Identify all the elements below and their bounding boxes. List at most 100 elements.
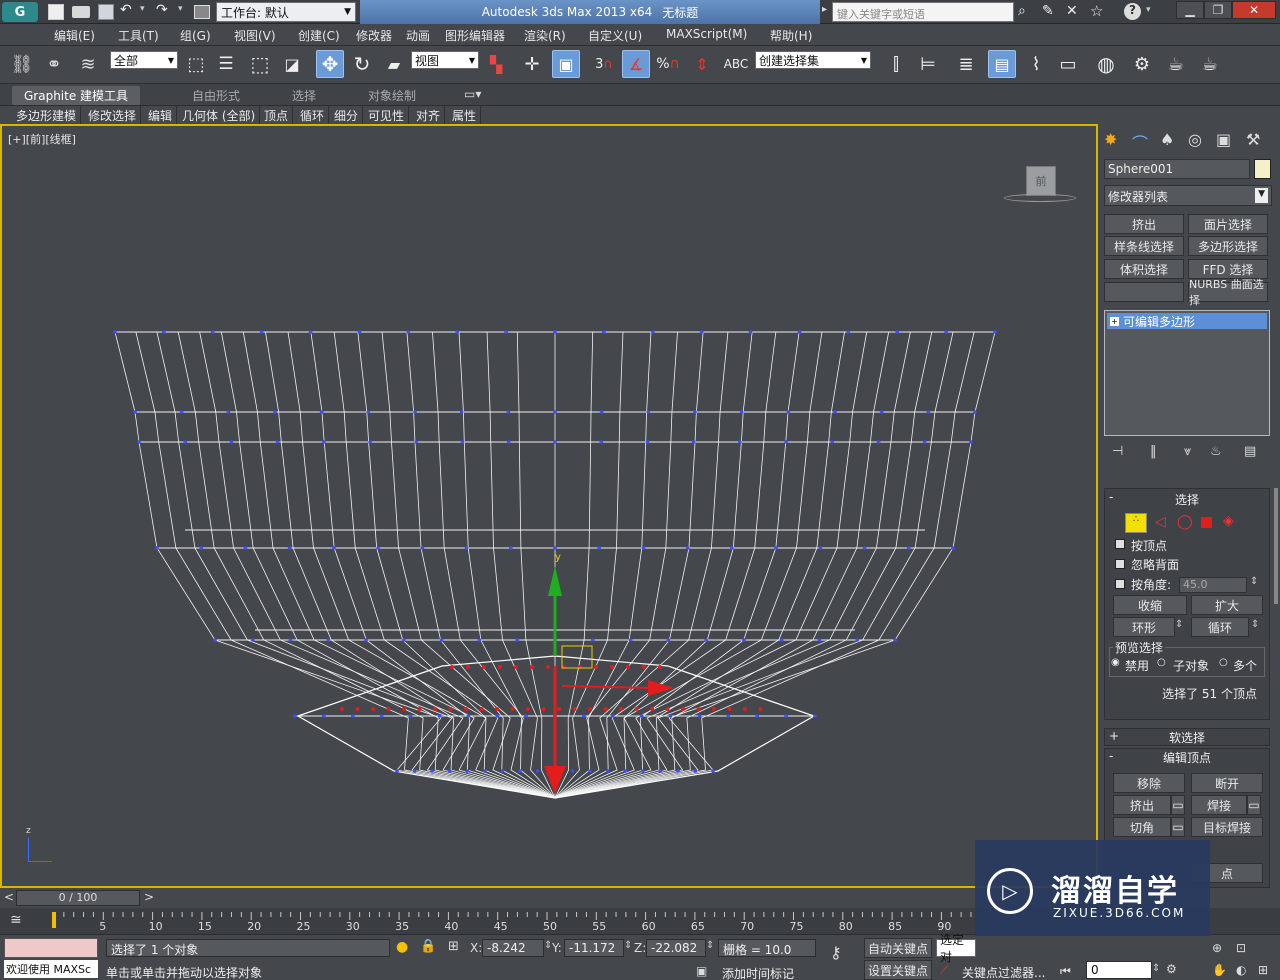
ring-spinner-icon[interactable]: ⇕ bbox=[1175, 619, 1183, 630]
ignore-backfacing-checkbox[interactable] bbox=[1115, 559, 1125, 569]
add-time-tag-label[interactable]: 添加时间标记 bbox=[722, 965, 794, 980]
patch-select-button[interactable]: 面片选择 bbox=[1188, 214, 1268, 234]
undo-icon[interactable]: ↶ bbox=[120, 2, 132, 18]
selected-set-dropdown[interactable]: 选定对 bbox=[936, 933, 976, 964]
set-key-button[interactable]: 设置关键点 bbox=[864, 960, 932, 980]
ribbon-options-icon[interactable]: ▭▾ bbox=[464, 87, 481, 101]
open-file-icon[interactable] bbox=[72, 6, 90, 18]
remove-button[interactable]: 移除 bbox=[1113, 773, 1185, 793]
selection-filter-dropdown[interactable]: 全部 ▼ bbox=[110, 51, 178, 69]
time-slider[interactable]: 0 / 100 bbox=[16, 890, 140, 906]
redo-dropdown-icon[interactable]: ▾ bbox=[178, 4, 183, 14]
edge-mode-icon[interactable]: ◁ bbox=[1155, 514, 1166, 530]
border-mode-icon[interactable]: ◯ bbox=[1177, 514, 1193, 530]
menu-create[interactable]: 创建(C) bbox=[298, 27, 340, 44]
select-manipulate-icon[interactable]: ✛ bbox=[518, 50, 546, 78]
save-icon[interactable] bbox=[98, 4, 114, 20]
panel-modify-selection[interactable]: 修改选择 bbox=[84, 106, 142, 124]
panel-visibility[interactable]: 可见性 bbox=[364, 106, 410, 124]
extrude-button[interactable]: 挤出 bbox=[1113, 795, 1171, 815]
spinner-snap-icon[interactable]: ⇕ bbox=[688, 50, 716, 78]
weld-button[interactable]: 焊接 bbox=[1191, 795, 1247, 815]
ring-button[interactable]: 环形 bbox=[1113, 617, 1175, 637]
current-frame-field[interactable]: 0 bbox=[1086, 961, 1152, 979]
restore-button[interactable]: ❐ bbox=[1204, 1, 1232, 19]
by-angle-checkbox[interactable] bbox=[1115, 579, 1125, 589]
bind-spacewarp-icon[interactable]: ≋ bbox=[74, 50, 102, 78]
layer-manager-icon[interactable]: ≣ bbox=[952, 50, 980, 78]
tab-graphite[interactable]: Graphite 建模工具 bbox=[12, 86, 141, 105]
modifier-stack[interactable]: + 可编辑多边形 bbox=[1104, 310, 1270, 436]
unlink-icon[interactable]: ⚭ bbox=[40, 50, 68, 78]
object-name-field[interactable]: Sphere001 bbox=[1104, 159, 1250, 179]
preview-subobject-radio[interactable]: ○ bbox=[1157, 657, 1166, 668]
front-viewport[interactable]: [+][前][线框] 前 z y bbox=[0, 124, 1098, 888]
pan-icon[interactable]: ✋ bbox=[1212, 963, 1227, 977]
utilities-tab-icon[interactable]: ⚒ bbox=[1246, 130, 1260, 149]
soft-selection-rollout[interactable]: + 软选择 bbox=[1104, 728, 1270, 746]
favorites-star-icon[interactable]: ☆ bbox=[1090, 2, 1103, 20]
select-by-name-icon[interactable]: ☰ bbox=[212, 50, 240, 78]
x-coordinate-field[interactable]: -8.242 bbox=[482, 939, 544, 957]
z-spinner-icon[interactable]: ⇕ bbox=[706, 940, 714, 951]
subscription-icon[interactable]: ✎ bbox=[1042, 3, 1054, 19]
pin-stack-icon[interactable]: ⊣ bbox=[1112, 444, 1123, 459]
tab-freeform[interactable]: 自由形式 bbox=[192, 87, 240, 104]
align-icon[interactable]: ⊨ bbox=[914, 50, 942, 78]
project-folder-icon[interactable] bbox=[194, 5, 210, 19]
angle-spinner[interactable]: 45.0 bbox=[1179, 577, 1247, 593]
panel-edit[interactable]: 编辑 bbox=[144, 106, 178, 124]
break-button[interactable]: 断开 bbox=[1191, 773, 1263, 793]
key-icon[interactable]: ⚷ bbox=[830, 943, 842, 962]
redo-icon[interactable]: ↷ bbox=[156, 2, 168, 18]
rendered-frame-icon[interactable]: ☕ bbox=[1162, 50, 1190, 78]
auto-key-button[interactable]: 自动关键点 bbox=[864, 938, 932, 958]
mini-curve-editor-icon[interactable]: ≅ bbox=[10, 912, 22, 928]
render-setup-icon[interactable]: ⚙ bbox=[1128, 50, 1156, 78]
maxscript-listener[interactable] bbox=[4, 938, 98, 958]
chamfer-button[interactable]: 切角 bbox=[1113, 817, 1171, 837]
tab-selection[interactable]: 选择 bbox=[292, 87, 316, 104]
time-ruler[interactable]: 5 10 15 20 25 30 35 40 45 50 55 60 65 70 75 80 85 90 bbox=[44, 908, 974, 934]
maximize-viewport-icon[interactable]: ⊞ bbox=[1258, 963, 1268, 977]
make-unique-icon[interactable]: ⩔ bbox=[1184, 444, 1191, 459]
reference-coord-dropdown[interactable]: 视图 ▼ bbox=[411, 51, 479, 69]
window-crossing-icon[interactable]: ◪ bbox=[278, 50, 306, 78]
edit-vertices-title[interactable]: 编辑顶点 bbox=[1105, 749, 1269, 766]
menu-edit[interactable]: 编辑(E) bbox=[54, 27, 95, 44]
remove-modifier-icon[interactable]: ♨ bbox=[1210, 444, 1222, 459]
sphere-wireframe[interactable] bbox=[2, 126, 1096, 886]
element-mode-icon[interactable]: ◈ bbox=[1223, 513, 1234, 529]
soft-selection-title[interactable]: 软选择 bbox=[1105, 729, 1269, 746]
display-tab-icon[interactable]: ▣ bbox=[1216, 130, 1231, 149]
add-time-tag-icon[interactable]: ▣ bbox=[696, 964, 707, 978]
mirror-icon[interactable]: ⫿ bbox=[882, 50, 910, 78]
new-file-icon[interactable] bbox=[48, 4, 64, 20]
menu-group[interactable]: 组(G) bbox=[180, 27, 211, 44]
select-object-icon[interactable]: ⬚ bbox=[182, 50, 210, 78]
time-config-icon[interactable]: ⚙ bbox=[1166, 962, 1177, 976]
zoom-extents-icon[interactable]: ⊡ bbox=[1236, 941, 1246, 955]
close-button[interactable]: ✕ bbox=[1232, 1, 1276, 19]
schematic-view-icon[interactable]: ▭ bbox=[1054, 50, 1082, 78]
panel-align[interactable]: 对齐 bbox=[412, 106, 446, 124]
lock-selection-icon[interactable]: 🔒 bbox=[420, 939, 436, 954]
help-icon[interactable]: ? bbox=[1124, 3, 1141, 20]
search-input[interactable]: 键入关键字或短语 bbox=[832, 2, 1014, 22]
app-logo-icon[interactable]: G bbox=[2, 2, 38, 22]
spinner-arrows-icon[interactable]: ⇕ bbox=[1250, 576, 1258, 587]
select-scale-icon[interactable]: ▰ bbox=[380, 50, 408, 78]
preview-off-radio[interactable]: ◉ bbox=[1111, 657, 1120, 668]
rect-selection-icon[interactable]: ⬚ bbox=[246, 50, 274, 78]
panel-poly-modeling[interactable]: 多边形建模 bbox=[12, 106, 82, 124]
menu-views[interactable]: 视图(V) bbox=[234, 27, 276, 44]
weld-settings-icon[interactable]: ▭ bbox=[1247, 795, 1261, 815]
orbit-icon[interactable]: ◐ bbox=[1236, 963, 1246, 977]
absolute-mode-icon[interactable]: ⊞ bbox=[448, 939, 459, 954]
by-vertex-checkbox[interactable] bbox=[1115, 539, 1125, 549]
create-tab-icon[interactable]: ✸ bbox=[1104, 130, 1117, 149]
polygon-mode-icon[interactable] bbox=[1201, 517, 1212, 528]
loop-spinner-icon[interactable]: ⇕ bbox=[1251, 619, 1259, 630]
spline-select-button[interactable]: 样条线选择 bbox=[1104, 236, 1184, 256]
curve-editor-icon[interactable]: ⌇ bbox=[1022, 50, 1050, 78]
